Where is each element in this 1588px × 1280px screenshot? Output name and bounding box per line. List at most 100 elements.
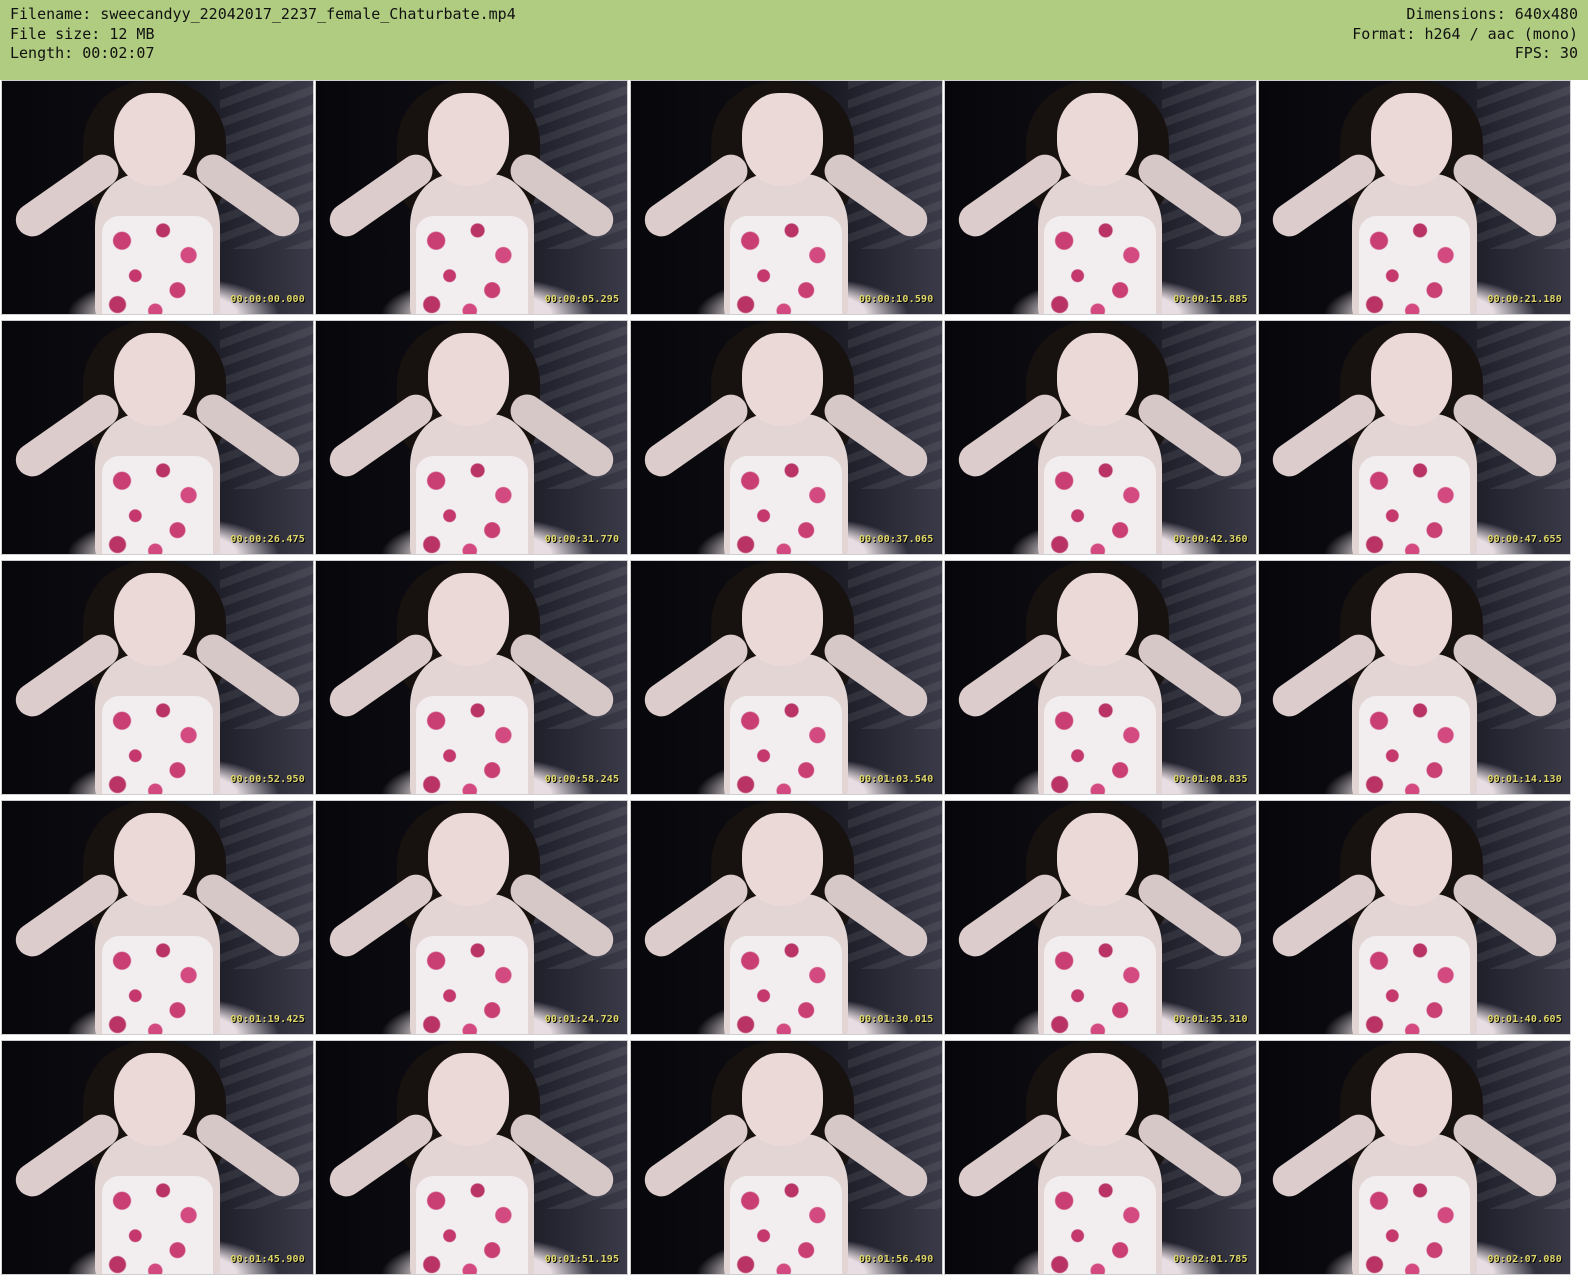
video-frame-thumbnail: 00:01:45.900 (1, 1040, 314, 1275)
video-frame-thumbnail: 00:00:15.885 (943, 80, 1257, 315)
video-frame-thumbnail: 00:01:03.540 (629, 560, 943, 795)
frame-timestamp: 00:01:56.490 (858, 1254, 934, 1265)
figure-face (742, 572, 824, 666)
frame-timestamp: 00:00:42.360 (1173, 534, 1248, 545)
video-frame-thumbnail: 00:01:40.605 (1258, 800, 1571, 1035)
floral-top (415, 696, 528, 794)
info-header: Filename: sweecandyy_22042017_2237_femal… (0, 0, 1588, 80)
floral-top (101, 216, 214, 314)
figure-face (428, 572, 510, 666)
video-frame-thumbnail: 00:01:56.490 (629, 1040, 943, 1275)
frame-timestamp: 00:01:14.130 (1487, 774, 1562, 785)
thumbnail-grid: 00:00:00.000 00:00:05.295 00:00:10.590 00:0… (1, 80, 1587, 1278)
floral-top (730, 936, 842, 1034)
figure-face (1056, 92, 1138, 186)
video-frame-thumbnail: 00:01:24.720 (315, 800, 629, 1035)
frame-timestamp: 00:02:01.785 (1173, 1254, 1248, 1265)
video-frame-thumbnail: 00:01:14.130 (1258, 560, 1571, 795)
frame-timestamp: 00:01:30.015 (858, 1014, 934, 1025)
figure-face (113, 92, 195, 186)
floral-top (1044, 216, 1157, 314)
video-frame-thumbnail: 00:00:05.295 (315, 80, 629, 315)
floral-top (1358, 936, 1471, 1034)
frame-timestamp: 00:00:37.065 (858, 534, 934, 545)
floral-top (730, 696, 842, 794)
frame-timestamp: 00:00:47.655 (1487, 534, 1562, 545)
figure-face (113, 332, 195, 426)
figure-face (1056, 572, 1138, 666)
floral-top (730, 1176, 842, 1274)
floral-top (1044, 456, 1157, 554)
frame-timestamp: 00:00:00.000 (230, 294, 305, 305)
figure-face (742, 332, 824, 426)
figure-face (1370, 812, 1452, 906)
frame-timestamp: 00:02:07.080 (1487, 1254, 1562, 1265)
frame-timestamp: 00:00:58.245 (544, 774, 620, 785)
video-frame-thumbnail: 00:01:35.310 (943, 800, 1257, 1035)
floral-top (101, 696, 214, 794)
floral-top (1044, 696, 1157, 794)
video-frame-thumbnail: 00:02:07.080 (1258, 1040, 1571, 1275)
figure-face (742, 812, 824, 906)
figure-face (428, 332, 510, 426)
frame-timestamp: 00:01:24.720 (544, 1014, 620, 1025)
floral-top (415, 216, 528, 314)
floral-top (415, 456, 528, 554)
figure-face (1370, 572, 1452, 666)
figure-face (1056, 1052, 1138, 1146)
floral-top (101, 1176, 214, 1274)
floral-top (415, 1176, 528, 1274)
floral-top (1044, 1176, 1157, 1274)
floral-top (730, 216, 842, 314)
video-frame-thumbnail: 00:00:37.065 (629, 320, 943, 555)
length-line: Length: 00:02:07 (10, 44, 155, 62)
floral-top (730, 456, 842, 554)
frame-timestamp: 00:00:26.475 (230, 534, 305, 545)
video-frame-thumbnail: 00:01:19.425 (1, 800, 314, 1035)
video-frame-thumbnail: 00:01:30.015 (629, 800, 943, 1035)
file-info-left: Filename: sweecandyy_22042017_2237_femal… (10, 5, 516, 80)
floral-top (1044, 936, 1157, 1034)
video-frame-thumbnail: 00:01:51.195 (315, 1040, 629, 1275)
format-line: Format: h264 / aac (mono) (1352, 24, 1578, 43)
floral-top (1358, 1176, 1471, 1274)
frame-timestamp: 00:00:21.180 (1487, 294, 1562, 305)
floral-top (101, 936, 214, 1034)
frame-timestamp: 00:01:35.310 (1173, 1014, 1248, 1025)
filename-line: Filename: sweecandyy_22042017_2237_femal… (10, 5, 516, 23)
figure-face (428, 92, 510, 186)
frame-timestamp: 00:00:05.295 (544, 294, 620, 305)
figure-face (1370, 1052, 1452, 1146)
filesize-line: File size: 12 MB (10, 24, 155, 43)
video-frame-thumbnail: 00:00:31.770 (315, 320, 629, 555)
figure-face (113, 572, 195, 666)
figure-face (1370, 332, 1452, 426)
figure-face (428, 812, 510, 906)
figure-face (113, 812, 195, 906)
frame-timestamp: 00:00:52.950 (230, 774, 305, 785)
dimensions-line: Dimensions: 640x480 (1406, 5, 1578, 23)
video-frame-thumbnail: 00:00:52.950 (1, 560, 314, 795)
frame-timestamp: 00:01:45.900 (230, 1254, 305, 1265)
video-frame-thumbnail: 00:02:01.785 (943, 1040, 1257, 1275)
frame-timestamp: 00:00:31.770 (544, 534, 620, 545)
figure-face (1056, 812, 1138, 906)
figure-face (113, 1052, 195, 1146)
floral-top (1358, 696, 1471, 794)
figure-face (1056, 332, 1138, 426)
frame-timestamp: 00:00:15.885 (1173, 294, 1248, 305)
video-frame-thumbnail: 00:00:42.360 (943, 320, 1257, 555)
floral-top (1358, 456, 1471, 554)
frame-timestamp: 00:00:10.590 (858, 294, 934, 305)
floral-top (415, 936, 528, 1034)
frame-timestamp: 00:01:51.195 (544, 1254, 620, 1265)
frame-timestamp: 00:01:03.540 (858, 774, 934, 785)
file-info-right: Dimensions: 640x480 Format: h264 / aac (… (1352, 5, 1578, 80)
video-frame-thumbnail: 00:00:10.590 (629, 80, 943, 315)
frame-timestamp: 00:01:08.835 (1173, 774, 1248, 785)
video-frame-thumbnail: 00:00:47.655 (1258, 320, 1571, 555)
figure-face (1370, 92, 1452, 186)
video-frame-thumbnail: 00:00:58.245 (315, 560, 629, 795)
figure-face (428, 1052, 510, 1146)
figure-face (742, 92, 824, 186)
